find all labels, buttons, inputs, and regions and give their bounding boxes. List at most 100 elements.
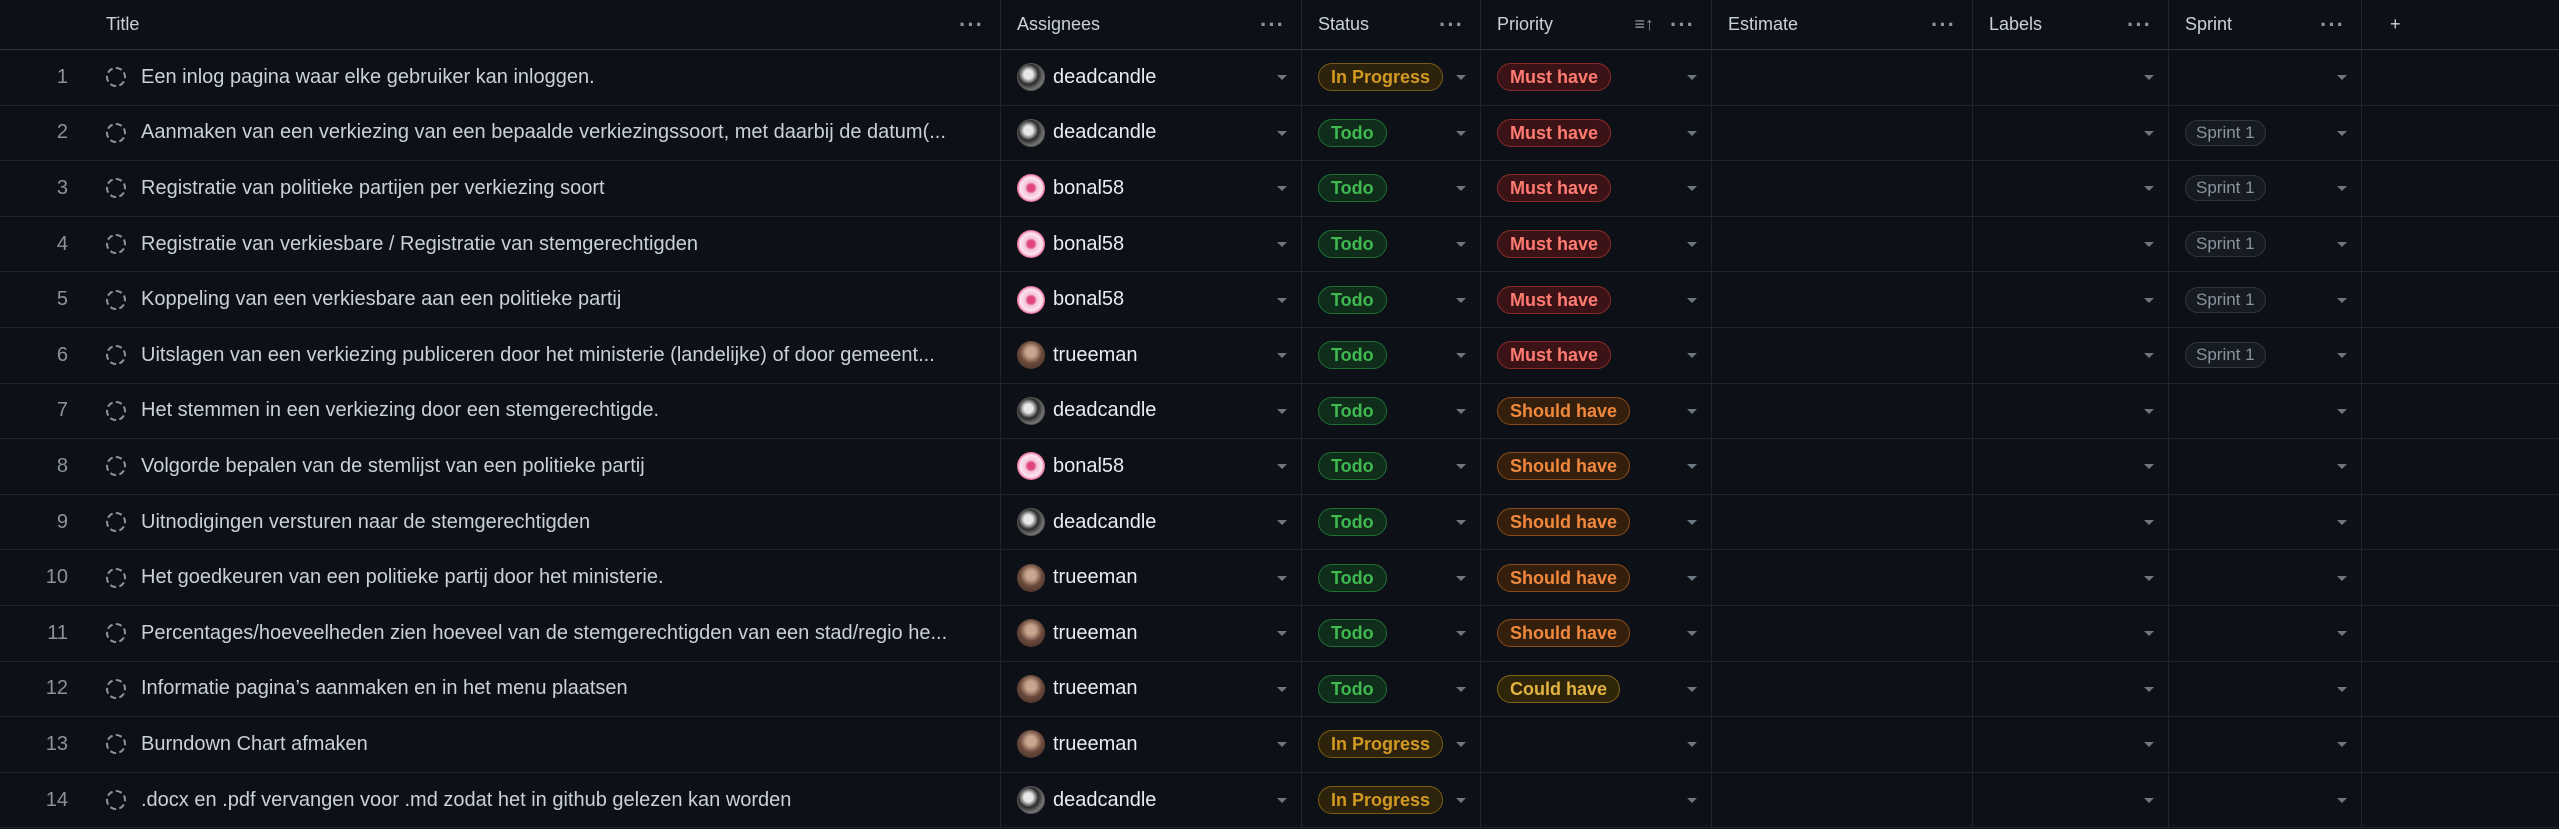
title-cell[interactable]: Burndown Chart afmaken: [90, 717, 1001, 772]
priority-cell[interactable]: Should have: [1481, 550, 1712, 605]
more-horizontal-icon[interactable]: ···: [2127, 13, 2152, 36]
chevron-down-icon[interactable]: [2337, 297, 2347, 303]
priority-cell[interactable]: Should have: [1481, 439, 1712, 494]
more-horizontal-icon[interactable]: ···: [1931, 13, 1956, 36]
labels-cell[interactable]: [1973, 661, 2169, 717]
chevron-down-icon[interactable]: [2144, 242, 2154, 248]
chevron-down-icon[interactable]: [2144, 631, 2154, 637]
sprint-cell[interactable]: Sprint 1: [2169, 105, 2362, 161]
issue-title-link[interactable]: Uitnodigingen versturen naar de stemgere…: [141, 511, 590, 534]
issue-title-link[interactable]: Het stemmen in een verkiezing door een s…: [141, 399, 659, 422]
chevron-down-icon[interactable]: [1456, 575, 1466, 581]
chevron-down-icon[interactable]: [2144, 686, 2154, 692]
assignee-name[interactable]: bonal58: [1053, 288, 1124, 311]
estimate-cell[interactable]: [1712, 161, 1973, 216]
chevron-down-icon[interactable]: [1277, 575, 1287, 581]
chevron-down-icon[interactable]: [2144, 186, 2154, 192]
chevron-down-icon[interactable]: [1277, 631, 1287, 637]
add-column-button[interactable]: +: [2362, 0, 2559, 49]
chevron-down-icon[interactable]: [1687, 242, 1697, 248]
status-cell[interactable]: In Progress: [1302, 717, 1481, 772]
labels-cell[interactable]: [1973, 50, 2169, 105]
chevron-down-icon[interactable]: [2144, 575, 2154, 581]
chevron-down-icon[interactable]: [1687, 464, 1697, 470]
title-cell[interactable]: Volgorde bepalen van de stemlijst van ee…: [90, 439, 1001, 494]
chevron-down-icon[interactable]: [2337, 464, 2347, 470]
plus-icon[interactable]: +: [2390, 14, 2401, 35]
status-cell[interactable]: Todo: [1302, 327, 1481, 383]
chevron-down-icon[interactable]: [2144, 353, 2154, 359]
chevron-down-icon[interactable]: [1277, 130, 1287, 136]
labels-cell[interactable]: [1973, 105, 2169, 161]
assignee-name[interactable]: trueeman: [1053, 733, 1138, 756]
table-row[interactable]: 2 Aanmaken van een verkiezing van een bep…: [0, 105, 2559, 162]
sort-ascending-icon[interactable]: ≡↑: [1635, 14, 1655, 35]
sprint-cell[interactable]: [2169, 717, 2362, 772]
assignee-name[interactable]: bonal58: [1053, 455, 1124, 478]
chevron-down-icon[interactable]: [1277, 186, 1287, 192]
title-cell[interactable]: Een inlog pagina waar elke gebruiker kan…: [90, 50, 1001, 105]
issue-title-link[interactable]: Percentages/hoeveelheden zien hoeveel va…: [141, 622, 947, 645]
chevron-down-icon[interactable]: [2144, 742, 2154, 748]
column-header-estimate[interactable]: Estimate ···: [1712, 0, 1973, 49]
issue-title-link[interactable]: .docx en .pdf vervangen voor .md zodat h…: [141, 789, 791, 812]
column-header-status[interactable]: Status ···: [1302, 0, 1481, 49]
assignees-cell[interactable]: trueeman: [1001, 661, 1302, 717]
chevron-down-icon[interactable]: [2337, 742, 2347, 748]
assignee-name[interactable]: deadcandle: [1053, 121, 1156, 144]
assignee-name[interactable]: deadcandle: [1053, 511, 1156, 534]
assignees-cell[interactable]: bonal58: [1001, 439, 1302, 494]
chevron-down-icon[interactable]: [1456, 130, 1466, 136]
assignee-name[interactable]: deadcandle: [1053, 399, 1156, 422]
column-header-labels[interactable]: Labels ···: [1973, 0, 2169, 49]
chevron-down-icon[interactable]: [1687, 742, 1697, 748]
estimate-cell[interactable]: [1712, 494, 1973, 550]
assignee-name[interactable]: bonal58: [1053, 177, 1124, 200]
sprint-cell[interactable]: Sprint 1: [2169, 327, 2362, 383]
status-cell[interactable]: In Progress: [1302, 50, 1481, 105]
sprint-cell[interactable]: Sprint 1: [2169, 216, 2362, 272]
issue-title-link[interactable]: Een inlog pagina waar elke gebruiker kan…: [141, 66, 595, 89]
chevron-down-icon[interactable]: [2337, 353, 2347, 359]
sprint-cell[interactable]: [2169, 50, 2362, 105]
priority-cell[interactable]: [1481, 717, 1712, 772]
assignees-cell[interactable]: trueeman: [1001, 717, 1302, 772]
more-horizontal-icon[interactable]: ···: [959, 13, 984, 36]
more-horizontal-icon[interactable]: ···: [1439, 13, 1464, 36]
chevron-down-icon[interactable]: [2144, 798, 2154, 804]
chevron-down-icon[interactable]: [2144, 75, 2154, 81]
assignees-cell[interactable]: deadcandle: [1001, 105, 1302, 161]
labels-cell[interactable]: [1973, 717, 2169, 772]
priority-cell[interactable]: Should have: [1481, 494, 1712, 550]
chevron-down-icon[interactable]: [1277, 464, 1287, 470]
chevron-down-icon[interactable]: [1456, 742, 1466, 748]
labels-cell[interactable]: [1973, 161, 2169, 216]
chevron-down-icon[interactable]: [1456, 631, 1466, 637]
issue-title-link[interactable]: Het goedkeuren van een politieke partij …: [141, 566, 664, 589]
chevron-down-icon[interactable]: [1687, 130, 1697, 136]
title-cell[interactable]: Registratie van verkiesbare / Registrati…: [90, 216, 1001, 272]
chevron-down-icon[interactable]: [2144, 520, 2154, 526]
priority-cell[interactable]: Could have: [1481, 661, 1712, 717]
title-cell[interactable]: .docx en .pdf vervangen voor .md zodat h…: [90, 772, 1001, 828]
chevron-down-icon[interactable]: [1456, 520, 1466, 526]
sprint-cell[interactable]: [2169, 772, 2362, 828]
column-header-assignees[interactable]: Assignees ···: [1001, 0, 1302, 49]
chevron-down-icon[interactable]: [1456, 798, 1466, 804]
status-cell[interactable]: Todo: [1302, 272, 1481, 327]
status-cell[interactable]: Todo: [1302, 105, 1481, 161]
chevron-down-icon[interactable]: [1456, 186, 1466, 192]
assignees-cell[interactable]: trueeman: [1001, 550, 1302, 605]
sprint-cell[interactable]: Sprint 1: [2169, 272, 2362, 327]
sprint-cell[interactable]: [2169, 383, 2362, 439]
chevron-down-icon[interactable]: [1456, 75, 1466, 81]
estimate-cell[interactable]: [1712, 772, 1973, 828]
chevron-down-icon[interactable]: [1456, 464, 1466, 470]
assignees-cell[interactable]: trueeman: [1001, 327, 1302, 383]
column-header-sprint[interactable]: Sprint ···: [2169, 0, 2362, 49]
chevron-down-icon[interactable]: [1687, 297, 1697, 303]
chevron-down-icon[interactable]: [1277, 742, 1287, 748]
assignee-name[interactable]: trueeman: [1053, 622, 1138, 645]
assignee-name[interactable]: bonal58: [1053, 233, 1124, 256]
chevron-down-icon[interactable]: [1687, 575, 1697, 581]
